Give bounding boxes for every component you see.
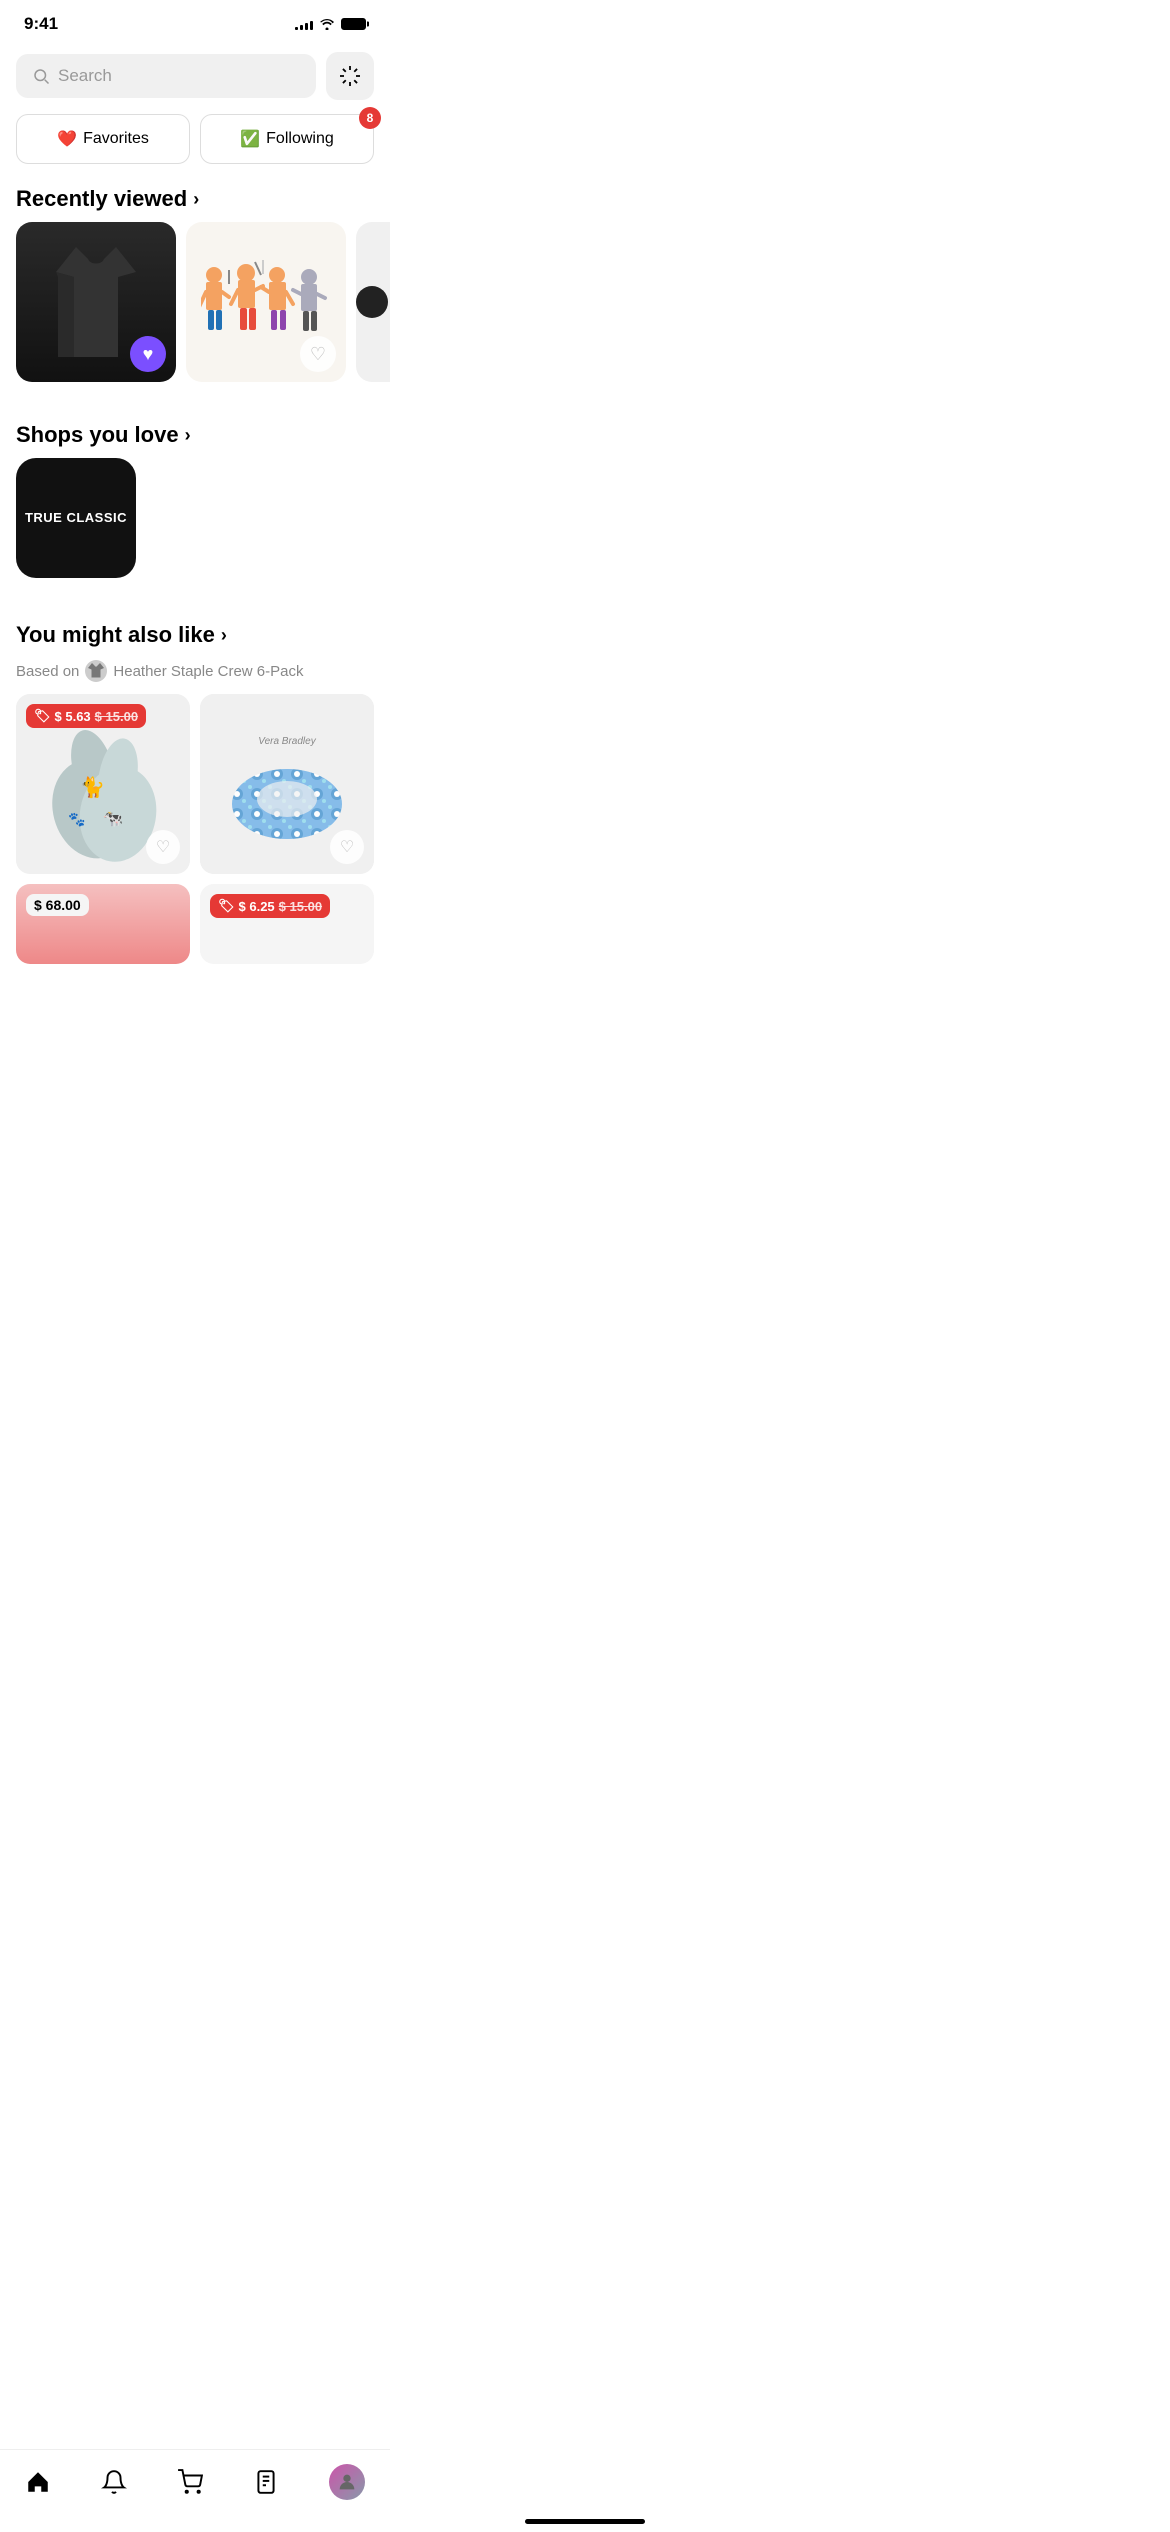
based-on-product-icon bbox=[85, 660, 107, 682]
status-bar: 9:41 bbox=[0, 0, 390, 44]
shops-you-love-header: Shops you love › bbox=[0, 406, 390, 458]
wifi-icon bbox=[319, 18, 335, 30]
vera-bradley-label: Vera Bradley bbox=[258, 736, 315, 747]
product-image-scrunchie: 🏷 $ 5.63 $ 15.00 Vera Bradley bbox=[200, 694, 374, 874]
favorite-button-tee[interactable]: ♥ bbox=[130, 336, 166, 372]
product-card-scrunchie[interactable]: 🏷 $ 5.63 $ 15.00 Vera Bradley bbox=[200, 694, 374, 874]
recently-viewed-title: Recently viewed bbox=[16, 186, 187, 212]
following-badge: 8 bbox=[359, 107, 381, 129]
filter-section: ❤️ Favorites ✅ Following 8 bbox=[0, 108, 390, 170]
sparkle-icon bbox=[338, 64, 362, 88]
following-label: Following bbox=[266, 130, 334, 148]
recently-viewed-header: Recently viewed › bbox=[0, 170, 390, 222]
you-might-like-title: You might also like bbox=[16, 622, 215, 648]
based-on-label: Based on bbox=[16, 663, 79, 680]
status-icons bbox=[295, 18, 366, 30]
tag-icon: 🏷 bbox=[34, 708, 51, 724]
search-placeholder: Search bbox=[58, 66, 112, 86]
signal-icon bbox=[295, 18, 313, 30]
based-on-section: Based on Heather Staple Crew 6-Pack bbox=[0, 658, 390, 694]
product-heart-socks[interactable]: ♡ bbox=[146, 830, 180, 864]
price-tag-socks: 🏷 $ 5.63 $ 15.00 bbox=[26, 704, 146, 728]
black-tee-image bbox=[56, 247, 136, 357]
home-icon bbox=[25, 2469, 51, 2495]
nav-profile[interactable] bbox=[317, 2460, 377, 2504]
shops-chevron[interactable]: › bbox=[185, 425, 191, 446]
search-icon bbox=[32, 67, 50, 85]
shop-name: TRUE CLASSIC bbox=[17, 510, 135, 527]
product-heart-scrunchie[interactable]: ♡ bbox=[330, 830, 364, 864]
nav-notifications[interactable] bbox=[89, 2465, 139, 2499]
shops-scroll[interactable]: TRUE CLASSIC bbox=[0, 458, 390, 578]
recently-viewed-item[interactable]: ♥ bbox=[16, 222, 176, 382]
favorites-button[interactable]: ❤️ Favorites bbox=[16, 114, 190, 164]
favorite-button-heman[interactable]: ♡ bbox=[300, 336, 336, 372]
nav-orders[interactable] bbox=[241, 2465, 291, 2499]
sale-price-socks: $ 5.63 bbox=[55, 709, 91, 724]
partial-sale-price: $ 6.25 bbox=[239, 899, 275, 914]
notification-icon bbox=[101, 2469, 127, 2495]
shop-card-true-classic[interactable]: TRUE CLASSIC bbox=[16, 458, 136, 578]
recently-viewed-item[interactable]: ♡ bbox=[186, 222, 346, 382]
you-might-like-header: You might also like › bbox=[0, 606, 390, 658]
product-card-pink[interactable]: $ 68.00 bbox=[16, 884, 190, 964]
home-indicator bbox=[525, 2519, 645, 2524]
partial-price-pink: $ 68.00 bbox=[26, 894, 89, 916]
svg-text:🐄: 🐄 bbox=[103, 811, 123, 828]
based-on-item-name: Heather Staple Crew 6-Pack bbox=[113, 663, 303, 680]
scrunchie-image bbox=[227, 744, 347, 844]
product-card-sale[interactable]: 🏷 $ 6.25 $ 15.00 bbox=[200, 884, 374, 964]
following-check-icon: ✅ bbox=[240, 129, 260, 149]
favorites-label: Favorites bbox=[83, 130, 149, 148]
original-price-socks: $ 15.00 bbox=[95, 709, 138, 724]
product-grid: 🏷 $ 5.63 $ 15.00 🐈 🐄 🐾 ♡ bbox=[0, 694, 390, 964]
you-might-like-chevron[interactable]: › bbox=[221, 625, 227, 646]
recently-viewed-item[interactable]: MATTEL CREATIONS bbox=[356, 222, 390, 382]
search-bar[interactable]: Search bbox=[16, 54, 316, 98]
nav-home[interactable] bbox=[13, 2465, 63, 2499]
nav-cart[interactable] bbox=[165, 2465, 215, 2499]
partial-original-price: $ 15.00 bbox=[279, 899, 322, 914]
favorites-heart-icon: ❤️ bbox=[57, 129, 77, 149]
profile-avatar bbox=[329, 2464, 365, 2500]
product-card-socks[interactable]: 🏷 $ 5.63 $ 15.00 🐈 🐄 🐾 ♡ bbox=[16, 694, 190, 874]
product-image-socks: 🏷 $ 5.63 $ 15.00 🐈 🐄 🐾 ♡ bbox=[16, 694, 190, 874]
shops-title: Shops you love bbox=[16, 422, 179, 448]
orders-icon bbox=[253, 2469, 279, 2495]
search-section: Search bbox=[0, 44, 390, 108]
sparkle-button[interactable] bbox=[326, 52, 374, 100]
cart-icon bbox=[177, 2469, 203, 2495]
recently-viewed-scroll[interactable]: ♥ bbox=[0, 222, 390, 382]
tag-icon3: 🏷 bbox=[218, 898, 235, 914]
bottom-nav bbox=[0, 2449, 390, 2532]
following-button[interactable]: ✅ Following 8 bbox=[200, 114, 374, 164]
mattel-logo-dot bbox=[356, 286, 388, 318]
partial-price-sale: 🏷 $ 6.25 $ 15.00 bbox=[210, 894, 330, 918]
battery-icon bbox=[341, 18, 366, 30]
recently-viewed-chevron[interactable]: › bbox=[193, 189, 199, 210]
status-time: 9:41 bbox=[24, 14, 58, 34]
svg-text:🐾: 🐾 bbox=[68, 811, 85, 828]
svg-text:🐈: 🐈 bbox=[80, 775, 105, 799]
